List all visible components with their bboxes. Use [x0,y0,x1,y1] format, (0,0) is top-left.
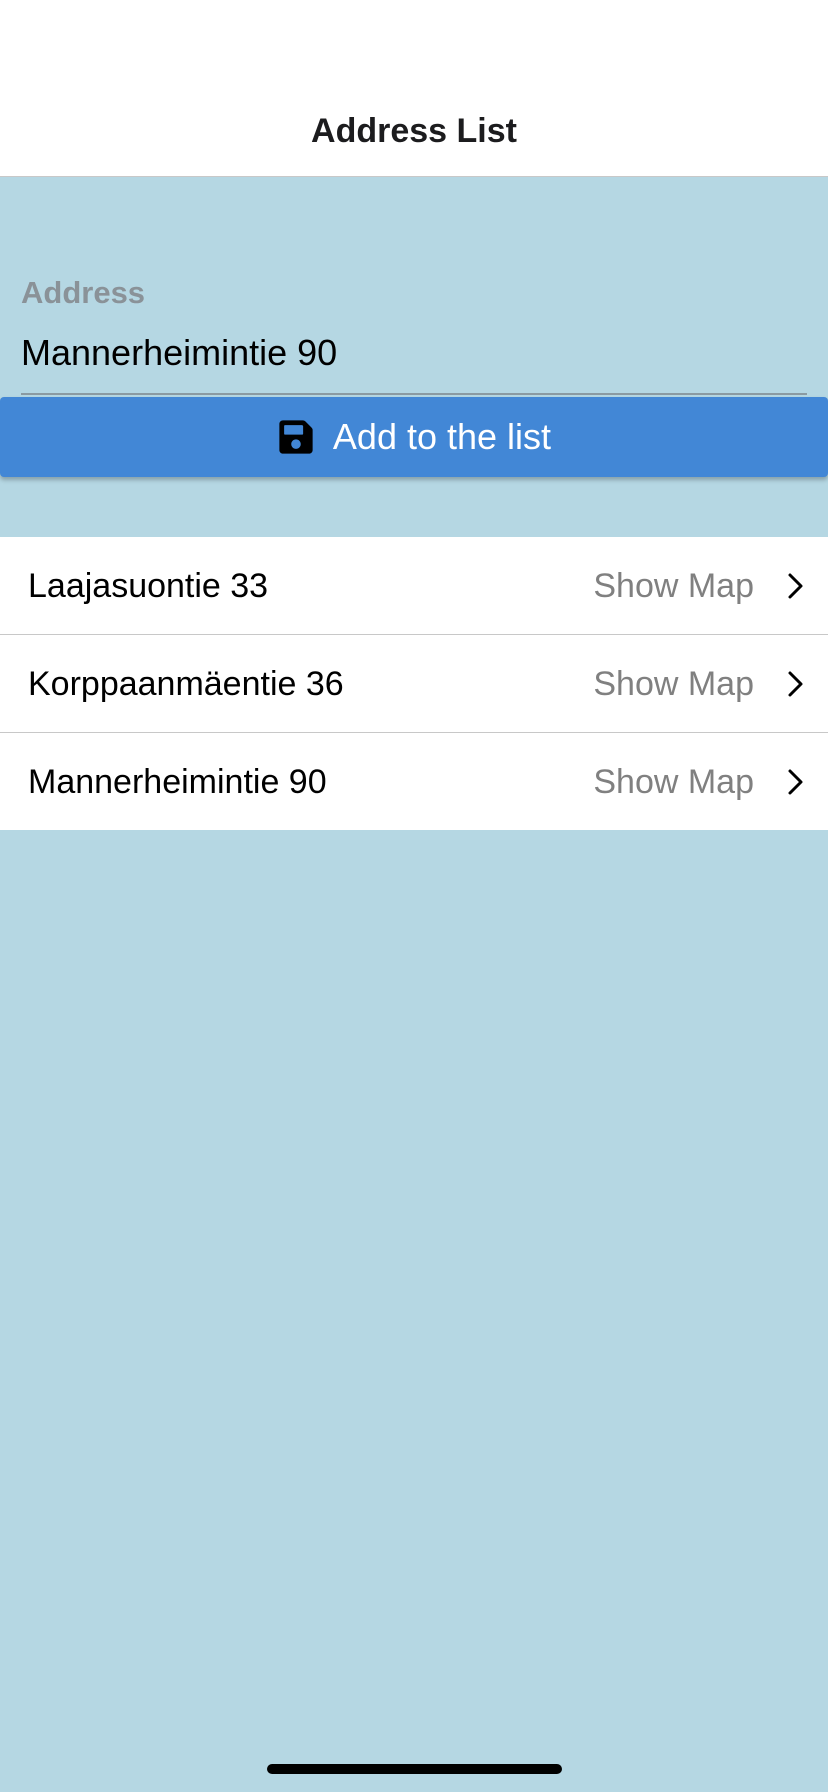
list-item-address: Laajasuontie 33 [28,567,269,605]
chevron-right-icon [788,769,803,795]
address-input[interactable] [21,332,807,374]
add-to-list-button[interactable]: Add to the list [0,397,828,477]
chevron-right-icon [788,671,803,697]
header-bar: Address List [0,0,828,177]
add-button-label: Add to the list [332,416,552,457]
show-map-link[interactable]: Show Map [593,763,754,802]
list-item-address: Korppaanmäentie 36 [28,665,344,703]
address-input-underline [21,393,807,395]
list-item[interactable]: Mannerheimintie 90 Show Map [0,733,828,830]
show-map-link[interactable]: Show Map [593,665,754,704]
save-icon [279,420,313,454]
chevron-right-icon [788,573,803,599]
address-list: Laajasuontie 33 Show Map Korppaanmäentie… [0,537,828,830]
home-indicator [267,1764,562,1774]
list-item[interactable]: Korppaanmäentie 36 Show Map [0,635,828,733]
page-title: Address List [311,112,517,150]
address-label: Address [21,275,146,310]
list-item-address: Mannerheimintie 90 [28,763,327,801]
main-content: Address Add to the list Laajasuontie 33 … [0,177,828,1792]
list-item[interactable]: Laajasuontie 33 Show Map [0,537,828,635]
show-map-link[interactable]: Show Map [593,567,754,606]
